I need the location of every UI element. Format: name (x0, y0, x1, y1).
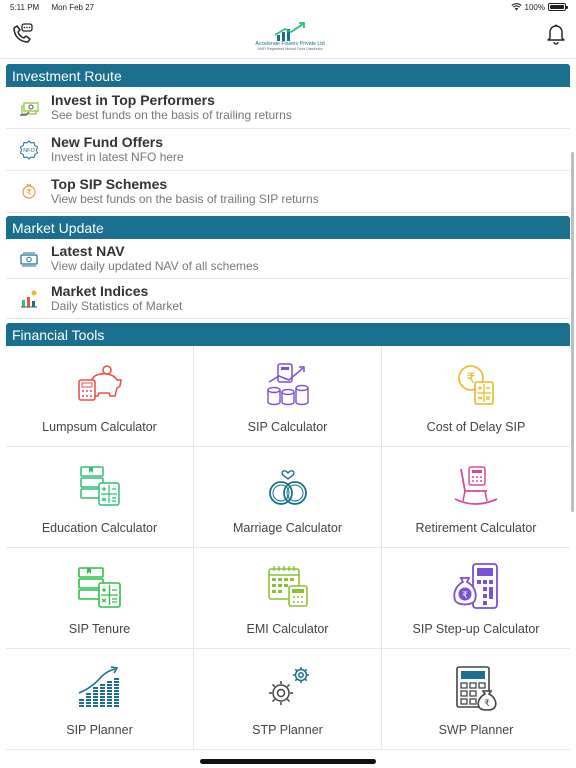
logo-sub-text: AMFI Registered Mutual Fund Distributor (257, 47, 323, 51)
money-bag-calculator-icon: ₹ (453, 563, 498, 609)
list-item-subtitle: See best funds on the basis of trailing … (51, 108, 292, 122)
tool-label: EMI Calculator (246, 622, 329, 636)
money-stack-icon (19, 101, 39, 116)
tool-cost-of-delay-sip[interactable]: ₹ Cost of Delay SIP (382, 346, 570, 447)
calculator-bag-icon: ₹ (456, 666, 497, 711)
tool-label: SIP Step-up Calculator (412, 622, 540, 636)
tool-label: SIP Calculator (247, 420, 328, 434)
books-calculator-icon (77, 567, 121, 608)
app-header: Accelerate Finserv Private Ltd AMFI Regi… (0, 14, 576, 59)
list-item-subtitle: View daily updated NAV of all schemes (51, 259, 259, 273)
list-item-latest-nav[interactable]: Latest NAV View daily updated NAV of all… (6, 239, 570, 279)
list-item-new-fund-offers[interactable]: NFO New Fund Offers Invest in latest NFO… (6, 129, 570, 171)
growth-chart-icon (78, 666, 119, 707)
tool-stp-planner[interactable]: STP Planner (194, 649, 382, 750)
list-item-title: Latest NAV (51, 243, 125, 259)
piggy-bank-calculator-icon (77, 365, 122, 401)
list-item-subtitle: View best funds on the basis of trailing… (51, 192, 319, 206)
coins-calculator-icon (266, 363, 309, 406)
tool-swp-planner[interactable]: ₹ SWP Planner (382, 649, 570, 750)
tool-sip-calculator[interactable]: SIP Calculator (194, 346, 382, 447)
cash-icon (19, 252, 38, 266)
home-indicator[interactable] (200, 759, 376, 764)
tool-label: STP Planner (252, 723, 323, 737)
tool-sip-step-up-calculator[interactable]: ₹ SIP Step-up Calculator (382, 548, 570, 649)
status-time: 5:11 PM (10, 2, 40, 12)
logo-mark-icon (274, 22, 305, 41)
bar-chart-icon (20, 290, 37, 307)
list-item-subtitle: Daily Statistics of Market (51, 299, 183, 313)
svg-text:NFO: NFO (23, 148, 35, 154)
status-bar: 5:11 PM Mon Feb 27 100% (0, 0, 576, 14)
list-item-title: Market Indices (51, 283, 149, 299)
tool-marriage-calculator[interactable]: Marriage Calculator (194, 447, 382, 548)
tool-sip-tenure[interactable]: SIP Tenure (6, 548, 194, 649)
section-header-financial-tools: Financial Tools (6, 323, 570, 346)
tool-emi-calculator[interactable]: EMI Calculator (194, 548, 382, 649)
list-item-title: Top SIP Schemes (51, 176, 168, 192)
svg-text:₹: ₹ (26, 188, 31, 197)
svg-text:₹: ₹ (484, 699, 490, 709)
list-item-title: New Fund Offers (51, 134, 164, 150)
section-header-investment-route: Investment Route (6, 64, 570, 87)
list-item-top-performers[interactable]: Invest in Top Performers See best funds … (6, 87, 570, 129)
phone-chat-icon[interactable] (10, 22, 34, 51)
tool-label: Education Calculator (41, 521, 158, 535)
list-item-market-indices[interactable]: Market Indices Daily Statistics of Marke… (6, 279, 570, 319)
bell-icon[interactable] (546, 23, 566, 50)
tool-label: Lumpsum Calculator (42, 420, 157, 434)
wifi-icon (510, 3, 522, 11)
tool-label: SWP Planner (438, 723, 514, 737)
tool-label: SIP Tenure (68, 622, 131, 636)
calendar-calculator-icon (267, 566, 308, 607)
list-item-title: Invest in Top Performers (51, 92, 215, 108)
rupee-coin-calculator-icon: ₹ (458, 365, 494, 405)
app-logo: Accelerate Finserv Private Ltd AMFI Regi… (255, 21, 325, 51)
tool-education-calculator[interactable]: Education Calculator (6, 447, 194, 548)
nfo-badge-icon: NFO (19, 139, 38, 160)
svg-text:₹: ₹ (467, 371, 476, 387)
rocking-chair-icon (454, 466, 498, 505)
tool-lumpsum-calculator[interactable]: Lumpsum Calculator (6, 346, 194, 447)
scrollbar[interactable] (571, 152, 574, 512)
books-calculator-icon (79, 466, 120, 506)
battery-percent: 100% (524, 2, 545, 12)
tool-label: Retirement Calculator (415, 521, 537, 535)
tool-label: Cost of Delay SIP (426, 420, 526, 434)
section-header-market-update: Market Update (6, 216, 570, 239)
list-item-top-sip-schemes[interactable]: ₹ Top SIP Schemes View best funds on the… (6, 171, 570, 213)
rupee-hand-icon: ₹ (21, 183, 36, 199)
svg-text:₹: ₹ (462, 591, 468, 601)
tool-retirement-calculator[interactable]: Retirement Calculator (382, 447, 570, 548)
tool-sip-planner[interactable]: SIP Planner (6, 649, 194, 750)
battery-icon (548, 3, 568, 11)
gears-icon (268, 667, 309, 705)
tool-label: SIP Planner (66, 723, 133, 737)
rings-icon (268, 470, 307, 505)
tool-label: Marriage Calculator (232, 521, 343, 535)
status-date: Mon Feb 27 (51, 2, 95, 12)
financial-tools-grid: Lumpsum Calculator SIP Calculator ₹ Cost… (6, 346, 570, 750)
list-item-subtitle: Invest in latest NFO here (51, 150, 184, 164)
